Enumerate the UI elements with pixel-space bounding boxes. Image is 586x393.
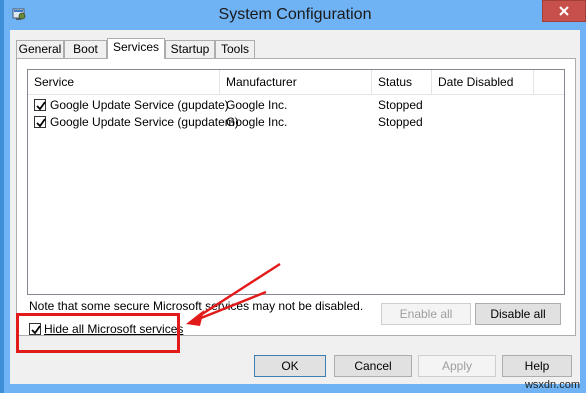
table-row[interactable]: Google Update Service (gupdate) Google I…: [28, 97, 564, 114]
services-list[interactable]: Service Manufacturer Status Date Disable…: [27, 69, 565, 295]
checkmark-icon: [36, 118, 46, 128]
tab-general[interactable]: General: [16, 40, 64, 58]
column-header-status[interactable]: Status: [372, 70, 432, 94]
tab-label: Tools: [220, 42, 249, 56]
cancel-button[interactable]: Cancel: [334, 355, 412, 377]
close-icon: [559, 6, 569, 16]
column-header-date-disabled[interactable]: Date Disabled: [432, 70, 534, 94]
service-manufacturer: Google Inc.: [226, 115, 288, 129]
service-status: Stopped: [378, 115, 423, 129]
service-name: Google Update Service (gupdatem): [50, 115, 239, 129]
service-name: Google Update Service (gupdate): [50, 98, 229, 112]
apply-button[interactable]: Apply: [418, 355, 496, 377]
secure-services-note: Note that some secure Microsoft services…: [29, 299, 364, 313]
service-manufacturer: Google Inc.: [226, 98, 288, 112]
column-header-manufacturer[interactable]: Manufacturer: [220, 70, 372, 94]
checkmark-icon: [36, 101, 46, 111]
close-button[interactable]: [542, 0, 586, 22]
highlight-box: [16, 313, 180, 353]
service-status: Stopped: [378, 98, 423, 112]
watermark: wsxdn.com: [524, 379, 580, 391]
services-tab-panel: Service Manufacturer Status Date Disable…: [16, 58, 576, 336]
tab-services[interactable]: Services: [107, 38, 165, 59]
tab-label: Startup: [170, 42, 210, 56]
tab-label: Services: [112, 40, 159, 54]
table-row[interactable]: Google Update Service (gupdatem) Google …: [28, 114, 564, 131]
column-header-service[interactable]: Service: [28, 70, 220, 94]
disable-all-button[interactable]: Disable all: [475, 303, 561, 325]
tab-label: Boot: [73, 42, 98, 56]
services-list-header: Service Manufacturer Status Date Disable…: [28, 70, 564, 95]
service-checkbox[interactable]: [34, 116, 46, 128]
window-title: System Configuration: [218, 6, 372, 23]
ok-button[interactable]: OK: [254, 355, 326, 377]
enable-all-button[interactable]: Enable all: [381, 303, 471, 325]
service-checkbox[interactable]: [34, 99, 46, 111]
help-button[interactable]: Help: [502, 355, 572, 377]
tab-tools[interactable]: Tools: [215, 40, 255, 58]
tab-startup[interactable]: Startup: [165, 40, 215, 58]
tab-boot[interactable]: Boot: [64, 40, 107, 58]
tab-label: General: [18, 42, 62, 56]
